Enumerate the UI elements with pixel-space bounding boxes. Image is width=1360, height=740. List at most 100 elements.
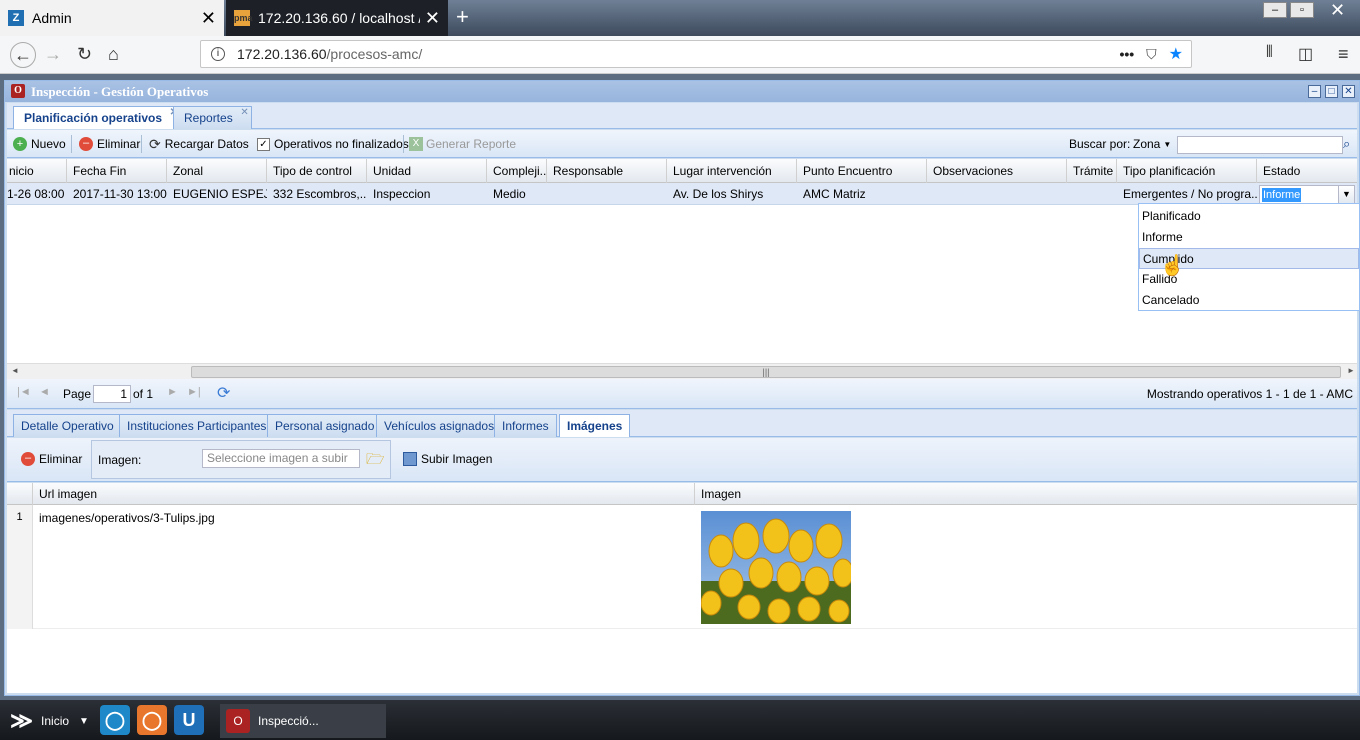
forward-arrow-icon[interactable]: → [44, 44, 62, 65]
tab-vehiculos-asignados[interactable]: Vehículos asignados [376, 414, 503, 437]
app-maximize-icon[interactable]: □ [1325, 85, 1338, 98]
url-bar[interactable]: i 172.20.136.60/procesos-amc/ ••• ⛉ ★ [200, 40, 1192, 68]
quicklaunch-app-2-icon[interactable]: ◯ [137, 705, 167, 735]
col-header-complejidad[interactable]: Compleji... [487, 159, 547, 183]
col-header-tipo-control[interactable]: Tipo de control [267, 159, 367, 183]
taskbar-window-inspeccion[interactable]: O Inspecció... [220, 704, 386, 738]
minimize-window-icon[interactable]: – [1263, 2, 1287, 18]
search-input[interactable] [1177, 136, 1343, 154]
col-header-lugar[interactable]: Lugar intervención [667, 159, 797, 183]
bookmark-star-icon[interactable]: ★ [1169, 44, 1183, 64]
col-header-imagen[interactable]: Imagen [695, 483, 1357, 505]
col-header-tramite[interactable]: Trámite [1067, 159, 1117, 183]
home-icon[interactable]: ⌂ [108, 44, 119, 65]
buscar-field-dropdown[interactable]: Zona ▼ [1133, 135, 1171, 153]
admin-favicon-icon: Z [8, 10, 24, 26]
cell-tipo-control: 332 Escombros,... [273, 187, 367, 201]
folder-open-icon[interactable]: 🗁 [366, 449, 385, 474]
pocket-icon[interactable]: ⛉ [1146, 46, 1157, 63]
table-row[interactable]: 1-26 08:00 2017-11-30 13:00 EUGENIO ESPE… [7, 183, 1357, 205]
refresh-icon[interactable]: ⟳ [217, 383, 230, 403]
scroll-right-icon[interactable]: ► [1347, 366, 1355, 375]
info-icon[interactable]: i [211, 47, 225, 61]
col-header-punto-encuentro[interactable]: Punto Encuentro [797, 159, 927, 183]
maximize-window-icon[interactable]: ▫ [1290, 2, 1314, 18]
browser-tab-localhost[interactable]: pma 172.20.136.60 / localhost / amc ✕ [226, 0, 448, 36]
app-close-icon[interactable]: ✕ [1342, 85, 1355, 98]
recargar-datos-button[interactable]: ⟳ Recargar Datos [149, 135, 249, 153]
estado-combo[interactable]: Informe ▼ [1259, 185, 1355, 204]
estado-option-planificado[interactable]: Planificado [1139, 206, 1359, 227]
back-arrow-icon[interactable]: ← [10, 42, 36, 68]
browser-tab-bar: Z Admin ✕ pma 172.20.136.60 / localhost … [0, 0, 1360, 36]
generar-reporte-button[interactable]: X Generar Reporte [409, 135, 516, 153]
imagen-file-input[interactable]: Seleccione imagen a subir [202, 449, 360, 468]
chevron-down-icon[interactable]: ▼ [1338, 186, 1354, 203]
estado-option-informe[interactable]: Informe [1139, 227, 1359, 248]
eliminar-button[interactable]: – Eliminar [79, 135, 140, 153]
app-minimize-icon[interactable]: – [1308, 85, 1321, 98]
quicklaunch-app-1-icon[interactable]: ◯ [100, 705, 130, 735]
page-number-input[interactable]: 1 [93, 385, 131, 403]
col-header-tipo-planificacion[interactable]: Tipo planificación [1117, 159, 1257, 183]
excel-icon: X [409, 137, 423, 151]
sidebar-icon[interactable]: ◫ [1298, 44, 1313, 64]
col-header-unidad[interactable]: Unidad [367, 159, 487, 183]
close-tab-icon[interactable]: ✕ [201, 9, 216, 27]
estado-value: Informe [1262, 188, 1302, 202]
tab-planificacion[interactable]: Planificación operativos ✕ [13, 106, 182, 129]
cell-punto-encuentro: AMC Matriz [803, 187, 866, 201]
scroll-left-icon[interactable]: ◄ [11, 366, 19, 375]
window-label: Inspecció... [258, 714, 319, 728]
col-header-estado[interactable]: Estado [1257, 159, 1357, 183]
cell-observaciones [927, 183, 1067, 205]
tab-informes[interactable]: Informes [494, 414, 557, 437]
operativos-no-finalizados-checkbox[interactable]: ✓ Operativos no finalizados [257, 135, 409, 153]
eliminar-imagen-button[interactable]: – Eliminar [21, 452, 82, 466]
col-header-url[interactable]: Url imagen [33, 483, 695, 505]
new-tab-icon[interactable]: + [456, 4, 469, 30]
nuevo-button[interactable]: + Nuevo [13, 135, 66, 153]
subir-imagen-button[interactable]: Subir Imagen [403, 452, 492, 466]
close-tab-icon[interactable]: ✕ [240, 107, 248, 118]
search-icon[interactable]: ⌕ [1343, 136, 1359, 154]
tab-instituciones[interactable]: Instituciones Participantes [119, 414, 275, 437]
cell-lugar: Av. De los Shirys [673, 187, 764, 201]
browser-tab-admin[interactable]: Z Admin ✕ [0, 0, 224, 36]
scrollbar-thumb[interactable]: ||| [191, 366, 1341, 378]
tab-personal-asignado[interactable]: Personal asignado [267, 414, 383, 437]
col-header-observaciones[interactable]: Observaciones [927, 159, 1067, 183]
tab-reportes[interactable]: Reportes ✕ [173, 106, 252, 129]
imagen-label: Imagen: [98, 453, 142, 467]
grid-header: nicio Fecha Fin Zonal Tipo de control Un… [7, 159, 1357, 183]
close-tab-icon[interactable]: ✕ [425, 9, 440, 27]
library-icon[interactable]: ⫴ [1266, 44, 1273, 62]
menu-icon[interactable]: ≡ [1338, 44, 1349, 65]
start-logo-icon: ≫ [10, 708, 34, 733]
quicklaunch-app-3-icon[interactable]: U [174, 705, 204, 735]
app-title: Inspección - Gestión Operativos [31, 83, 209, 99]
refresh-icon: ⟳ [149, 135, 161, 152]
last-page-icon[interactable]: ►| [187, 386, 201, 398]
first-page-icon[interactable]: |◄ [17, 386, 31, 398]
imagenes-toolbar: – Eliminar Imagen: Seleccione imagen a s… [7, 438, 1357, 482]
horizontal-scrollbar[interactable]: ◄ ||| ► [7, 363, 1357, 379]
table-row[interactable]: 1 imagenes/operativos/3-Tulips.jpg [7, 505, 1357, 629]
prev-page-icon[interactable]: ◄ [39, 386, 50, 398]
buscar-por-label: Buscar por: [1069, 135, 1130, 153]
more-actions-icon[interactable]: ••• [1119, 46, 1134, 62]
col-header-zonal[interactable]: Zonal [167, 159, 267, 183]
cell-tramite [1067, 183, 1117, 205]
checkbox-checked-icon[interactable]: ✓ [257, 137, 270, 151]
col-header-responsable[interactable]: Responsable [547, 159, 667, 183]
next-page-icon[interactable]: ► [167, 386, 178, 398]
col-header-inicio[interactable]: nicio [7, 159, 67, 183]
col-header-fecha-fin[interactable]: Fecha Fin [67, 159, 167, 183]
tab-imagenes[interactable]: Imágenes [559, 414, 631, 437]
tab-detalle-operativo[interactable]: Detalle Operativo [13, 414, 122, 437]
reload-icon[interactable]: ↻ [77, 44, 92, 65]
estado-option-cancelado[interactable]: Cancelado [1139, 290, 1359, 311]
close-window-icon[interactable]: ✕ [1330, 0, 1345, 21]
col-header-rownum [7, 483, 33, 507]
start-button[interactable]: ≫ Inicio ▼ [10, 708, 89, 734]
